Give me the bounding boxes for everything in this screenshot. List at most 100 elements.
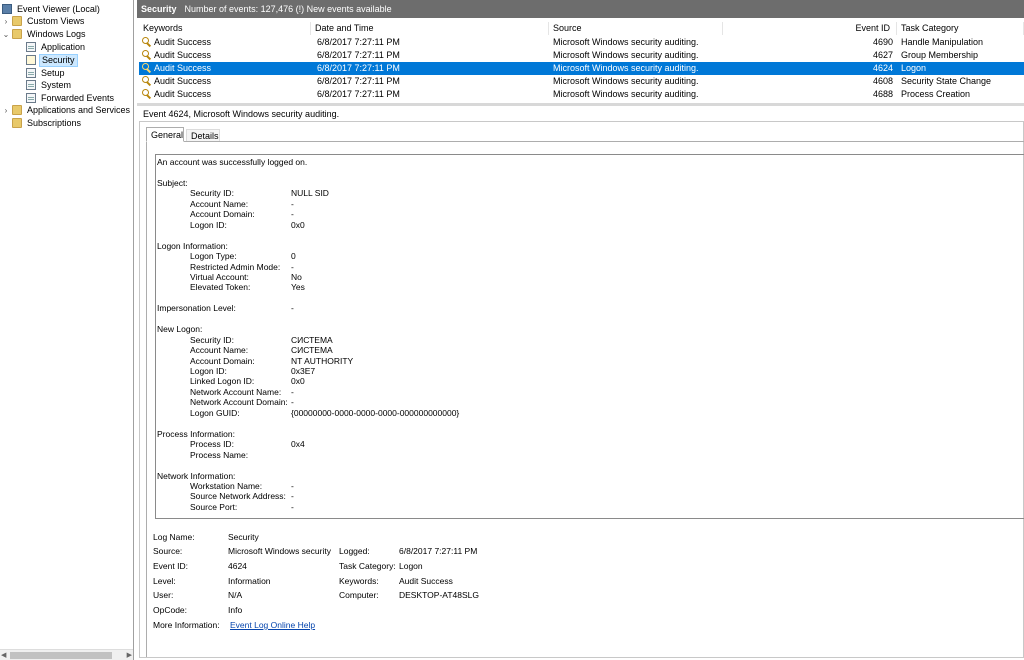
event-id-label: Event ID: xyxy=(153,561,188,571)
scroll-right-icon[interactable]: ▶ xyxy=(127,650,132,660)
message-field-label: Elevated Token: xyxy=(190,282,251,293)
event-category: Security State Change xyxy=(901,76,992,86)
event-category: Logon xyxy=(901,63,927,73)
message-field-value: 0x3E7 xyxy=(291,366,316,376)
tree-item-security[interactable]: Security xyxy=(26,54,78,67)
chevron-right-icon[interactable]: › xyxy=(2,15,10,28)
message-field-label: Logon Type: xyxy=(190,251,237,262)
chevron-down-icon[interactable]: ⌄ xyxy=(2,28,10,41)
pane-splitter[interactable] xyxy=(137,103,1024,106)
message-field-value: - xyxy=(291,491,294,502)
tree-horizontal-scrollbar[interactable]: ◀ ▶ xyxy=(0,649,133,660)
tree-item-subscriptions[interactable]: Subscriptions xyxy=(12,117,83,130)
message-field-label: Network Account Domain: xyxy=(190,397,288,408)
column-header-event-id[interactable]: Event ID xyxy=(723,22,897,35)
source-value: Microsoft Windows security xyxy=(228,546,331,556)
event-list: Keywords Date and Time Source Event ID T… xyxy=(139,22,1024,102)
event-source: Microsoft Windows security auditing. xyxy=(553,50,699,60)
event-row-selected[interactable]: Audit Success 6/8/2017 7:27:11 PM Micros… xyxy=(139,62,1024,75)
event-source: Microsoft Windows security auditing. xyxy=(553,63,699,73)
log-icon xyxy=(26,68,36,78)
log-name-label: Log Name: xyxy=(153,532,195,542)
log-title: Security xyxy=(141,4,177,14)
event-id: 4608 xyxy=(872,76,893,86)
event-log-online-help-link[interactable]: Event Log Online Help xyxy=(230,619,315,631)
message-field-label: Linked Logon ID: xyxy=(190,376,255,387)
log-header-bar: Security Number of events: 127,476 (!) Ne… xyxy=(137,0,1024,18)
event-row[interactable]: Audit Success 6/8/2017 7:27:11 PM Micros… xyxy=(139,88,1024,101)
computer-label: Computer: xyxy=(339,590,379,600)
message-field-value: 0 xyxy=(291,251,296,262)
message-field-value: - xyxy=(291,501,294,512)
column-header-task-category[interactable]: Task Category xyxy=(897,22,1024,35)
message-field-value: - xyxy=(291,209,294,220)
message-field-value: - xyxy=(291,386,294,397)
message-field-label: Source Network Address: xyxy=(190,491,286,502)
event-row[interactable]: Audit Success 6/8/2017 7:27:11 PM Micros… xyxy=(139,36,1024,49)
event-keywords: Audit Success xyxy=(154,76,212,86)
log-icon xyxy=(26,80,36,90)
message-field-value: - xyxy=(291,480,294,491)
folder-icon xyxy=(12,105,22,115)
message-field-value: 0x0 xyxy=(291,219,305,230)
level-label: Level: xyxy=(153,576,176,586)
event-date: 6/8/2017 7:27:11 PM xyxy=(317,50,400,60)
message-field-value: NULL SID xyxy=(291,188,329,199)
message-field-value: - xyxy=(291,198,294,209)
message-field-label: Source Port: xyxy=(190,501,238,512)
tree-item-application[interactable]: Application xyxy=(26,41,87,54)
logged-value: 6/8/2017 7:27:11 PM xyxy=(399,546,478,556)
message-heading: Network Information: xyxy=(157,470,236,481)
event-id: 4624 xyxy=(872,63,893,73)
tree-item-system[interactable]: System xyxy=(26,79,73,92)
computer-value: DESKTOP-AT48SLG xyxy=(399,590,479,600)
event-source: Microsoft Windows security auditing. xyxy=(553,37,699,47)
key-icon xyxy=(142,89,152,99)
message-field-label: Process ID: xyxy=(190,439,234,450)
folder-icon xyxy=(12,29,22,39)
event-category: Process Creation xyxy=(901,89,971,99)
message-field-label: Account Domain: xyxy=(190,209,255,220)
tab-general[interactable]: General xyxy=(146,127,184,142)
column-header-date[interactable]: Date and Time xyxy=(311,22,549,35)
event-count-summary: Number of events: 127,476 (!) New events… xyxy=(184,4,392,14)
message-field-value: СИСТЕМА xyxy=(291,345,333,356)
message-field-label: Restricted Admin Mode: xyxy=(190,261,281,272)
column-header-keywords[interactable]: Keywords xyxy=(139,22,311,35)
event-date: 6/8/2017 7:27:11 PM xyxy=(317,76,400,86)
message-field-value: Yes xyxy=(291,282,305,293)
tree-item-applications-and-services[interactable]: Applications and Services Lo xyxy=(12,104,133,117)
tree-item-custom-views[interactable]: Custom Views xyxy=(12,15,86,28)
event-category: Group Membership xyxy=(901,50,979,60)
message-field-value: 0x4 xyxy=(291,439,305,450)
scroll-left-icon[interactable]: ◀ xyxy=(1,650,6,660)
event-row[interactable]: Audit Success 6/8/2017 7:27:11 PM Micros… xyxy=(139,49,1024,62)
event-keywords: Audit Success xyxy=(154,89,212,99)
event-source: Microsoft Windows security auditing. xyxy=(553,76,699,86)
message-heading: An account was successfully logged on. xyxy=(157,157,308,167)
chevron-right-icon[interactable]: › xyxy=(2,104,10,117)
event-date: 6/8/2017 7:27:11 PM xyxy=(317,63,400,73)
task-category-label: Task Category: xyxy=(339,561,396,571)
message-heading: Logon Information: xyxy=(157,240,228,251)
event-category: Handle Manipulation xyxy=(901,37,984,47)
event-keywords: Audit Success xyxy=(154,50,212,60)
event-message-box[interactable]: An account was successfully logged on. Su… xyxy=(155,154,1024,519)
message-field-label: Account Domain: xyxy=(190,355,255,366)
more-information-label: More Information: xyxy=(153,620,220,630)
key-icon xyxy=(142,76,152,86)
level-value: Information xyxy=(228,576,271,586)
message-field-label: Account Name: xyxy=(190,198,249,209)
key-icon xyxy=(142,50,152,60)
event-id: 4690 xyxy=(872,37,893,47)
message-heading: Subject: xyxy=(157,177,188,188)
message-field-label: Process Name: xyxy=(190,449,249,460)
message-field-label: Logon ID: xyxy=(190,366,227,376)
event-id-value: 4624 xyxy=(228,561,247,571)
scrollbar-thumb[interactable] xyxy=(10,652,112,659)
event-row[interactable]: Audit Success 6/8/2017 7:27:11 PM Micros… xyxy=(139,75,1024,88)
keywords-label: Keywords: xyxy=(339,576,379,586)
tree-item-windows-logs[interactable]: Windows Logs xyxy=(12,28,88,41)
user-value: N/A xyxy=(228,590,243,600)
column-header-source[interactable]: Source xyxy=(549,22,723,35)
